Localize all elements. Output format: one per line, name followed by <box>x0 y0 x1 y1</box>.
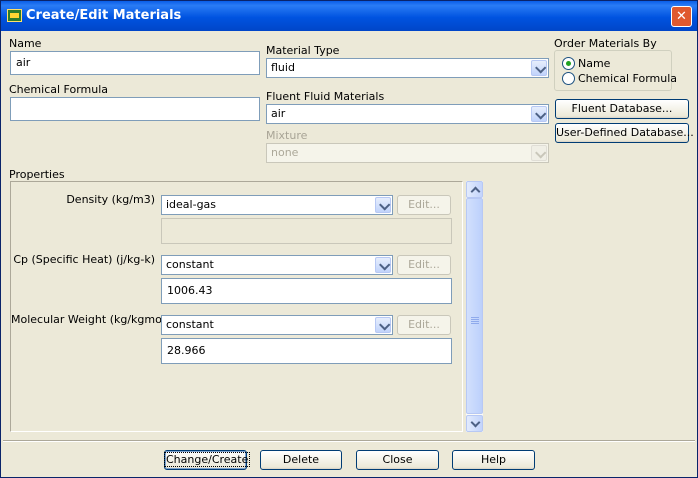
chevron-down-icon[interactable] <box>531 106 547 122</box>
cp-method-select[interactable]: constant <box>161 255 393 275</box>
chevron-down-icon <box>531 145 547 161</box>
order-by-chemical-formula-label[interactable]: Chemical Formula <box>578 72 677 85</box>
name-field[interactable]: air <box>10 51 260 75</box>
cp-method-value: constant <box>166 258 214 271</box>
scroll-up-icon[interactable] <box>466 181 483 198</box>
chevron-down-icon[interactable] <box>375 197 391 213</box>
material-type-value: fluid <box>271 61 295 74</box>
user-defined-database-button[interactable]: User-Defined Database... <box>555 123 694 143</box>
order-by-name-label[interactable]: Name <box>578 57 610 70</box>
order-by-name-radio[interactable] <box>562 57 575 70</box>
molecular-weight-method-select[interactable]: constant <box>161 315 393 335</box>
density-method-select[interactable]: ideal-gas <box>161 195 393 215</box>
title-bar[interactable]: Create/Edit Materials ✕ <box>1 1 697 31</box>
cp-edit-button: Edit... <box>397 255 451 275</box>
chemical-formula-field[interactable] <box>10 97 260 121</box>
mixture-select: none <box>266 143 549 163</box>
density-method-value: ideal-gas <box>166 198 217 211</box>
chevron-down-icon[interactable] <box>375 257 391 273</box>
molecular-weight-value-field[interactable]: 28.966 <box>161 338 452 364</box>
material-type-label: Material Type <box>266 44 340 57</box>
order-by-chemical-formula-radio[interactable] <box>562 72 575 85</box>
fluent-database-button[interactable]: Fluent Database... <box>555 99 689 119</box>
create-edit-materials-dialog: Create/Edit Materials ✕ Name air Chemica… <box>0 0 698 478</box>
cp-value-field[interactable]: 1006.43 <box>161 278 452 304</box>
cp-label: Cp (Specific Heat) (j/kg-k) <box>13 253 155 266</box>
fluent-app-icon <box>7 9 22 22</box>
fluent-fluid-materials-select[interactable]: air <box>266 104 549 124</box>
chemical-formula-label: Chemical Formula <box>9 83 109 96</box>
footer-divider <box>3 440 695 442</box>
density-edit-button: Edit... <box>397 195 451 215</box>
close-icon[interactable]: ✕ <box>671 6 692 27</box>
help-button[interactable]: Help <box>452 450 535 470</box>
density-label: Density (kg/m3) <box>66 193 155 206</box>
scrollbar-thumb[interactable] <box>466 198 483 414</box>
window-title: Create/Edit Materials <box>26 8 182 23</box>
close-button[interactable]: Close <box>356 450 439 470</box>
delete-button[interactable]: Delete <box>260 450 342 470</box>
properties-label: Properties <box>9 168 65 181</box>
fluent-fluid-materials-value: air <box>271 107 286 120</box>
change-create-label: Change/Create <box>163 452 251 467</box>
molecular-weight-edit-button: Edit... <box>397 315 451 335</box>
mixture-label: Mixture <box>266 129 308 142</box>
scroll-down-icon[interactable] <box>466 415 483 432</box>
chevron-down-icon[interactable] <box>531 60 547 76</box>
grip-icon <box>471 317 479 318</box>
name-label: Name <box>9 37 42 50</box>
chevron-down-icon[interactable] <box>375 317 391 333</box>
mixture-value: none <box>271 146 299 159</box>
change-create-button[interactable]: Change/Create <box>163 450 251 470</box>
molecular-weight-label: Molecular Weight (kg/kgmol) <box>11 313 170 326</box>
molecular-weight-method-value: constant <box>166 318 214 331</box>
material-type-select[interactable]: fluid <box>266 58 549 78</box>
fluent-fluid-materials-label: Fluent Fluid Materials <box>266 90 385 103</box>
order-by-label: Order Materials By <box>554 37 657 50</box>
properties-scrollbar[interactable] <box>466 181 483 432</box>
density-value-field <box>161 218 452 244</box>
properties-panel: Density (kg/m3) ideal-gas Edit... Cp (Sp… <box>10 181 463 432</box>
